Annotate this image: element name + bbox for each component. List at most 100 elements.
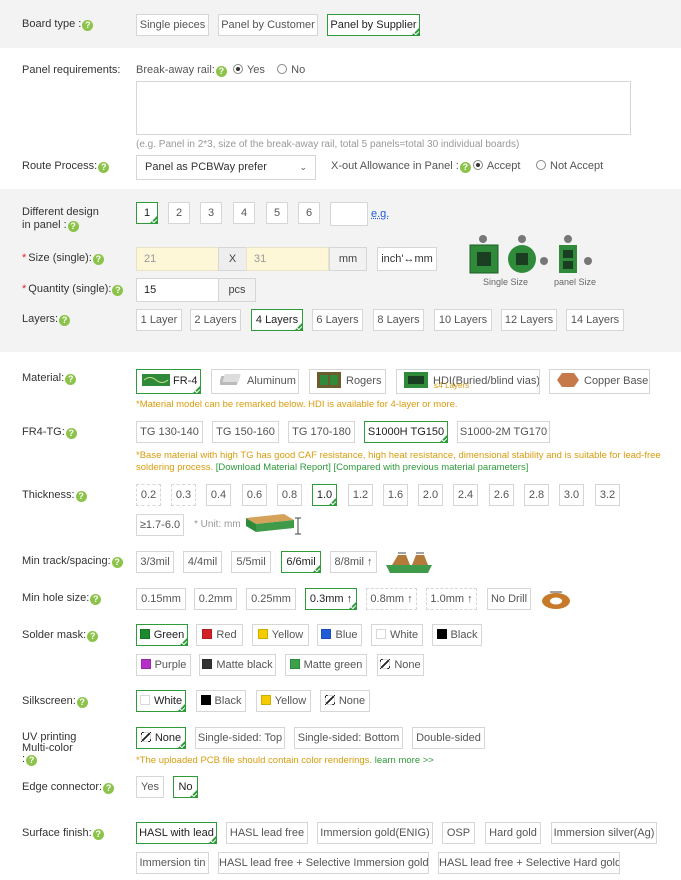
solder-black[interactable]: Black <box>432 624 482 646</box>
help-icon[interactable]: ? <box>92 254 104 265</box>
solder-yellow[interactable]: Yellow <box>252 624 309 646</box>
unit-toggle-button[interactable]: inch'↔mm <box>377 247 437 271</box>
surface-immersion-silver[interactable]: Immersion silver(Ag) <box>551 822 657 844</box>
eg-link[interactable]: e.g. <box>371 208 389 220</box>
thickness-0-8[interactable]: 0.8 <box>277 484 302 506</box>
uv-single-bottom[interactable]: Single-sided: Bottom <box>294 727 403 749</box>
hole-no-drill[interactable]: No Drill <box>487 588 531 610</box>
help-icon[interactable]: ? <box>75 491 87 502</box>
thickness-1-6[interactable]: 1.6 <box>383 484 408 506</box>
layers-1[interactable]: 1 Layer <box>136 309 182 331</box>
surface-hasl-lead[interactable]: HASL with lead <box>136 822 217 844</box>
thickness-2-6[interactable]: 2.6 <box>489 484 514 506</box>
board-type-single[interactable]: Single pieces <box>136 14 209 36</box>
silk-black[interactable]: Black <box>196 690 246 712</box>
edge-yes[interactable]: Yes <box>136 776 164 798</box>
material-fr4[interactable]: FR-4 <box>136 369 201 394</box>
layers-12[interactable]: 12 Layers <box>501 309 557 331</box>
help-icon[interactable]: ? <box>459 162 471 173</box>
surface-hasl-lead-free[interactable]: HASL lead free <box>226 822 308 844</box>
learn-more-link[interactable]: learn more >> <box>375 755 434 766</box>
uv-none[interactable]: None <box>136 727 186 749</box>
material-copper-base[interactable]: Copper Base <box>549 369 650 394</box>
solder-matte-green[interactable]: Matte green <box>285 654 367 676</box>
design-option-1[interactable]: 1 <box>136 202 158 224</box>
track-4-4[interactable]: 4/4mil <box>183 551 222 573</box>
hole-0-15[interactable]: 0.15mm <box>136 588 186 610</box>
material-aluminum[interactable]: Aluminum <box>211 369 299 394</box>
thickness-2-8[interactable]: 2.8 <box>524 484 549 506</box>
silk-yellow[interactable]: Yellow <box>256 690 311 712</box>
help-icon[interactable]: ? <box>87 631 99 642</box>
solder-green[interactable]: Green <box>136 624 188 646</box>
solder-none[interactable]: None <box>377 654 424 676</box>
hole-0-2[interactable]: 0.2mm <box>194 588 237 610</box>
track-5-5[interactable]: 5/5mil <box>231 551 271 573</box>
layers-2[interactable]: 2 Layers <box>190 309 241 331</box>
surface-hasl-selective-hard-gold[interactable]: HASL lead free + Selective Hard gold <box>438 852 620 874</box>
solder-matte-black[interactable]: Matte black <box>199 654 276 676</box>
surface-hasl-selective-gold[interactable]: HASL lead free + Selective Immersion gol… <box>218 852 429 874</box>
thickness-custom[interactable]: ≥1.7-6.0 <box>136 514 184 536</box>
track-3-3[interactable]: 3/3mil <box>136 551 174 573</box>
solder-purple[interactable]: Purple <box>136 654 191 676</box>
silk-none[interactable]: None <box>320 690 370 712</box>
help-icon[interactable]: ? <box>26 755 38 766</box>
thickness-3-0[interactable]: 3.0 <box>559 484 584 506</box>
help-icon[interactable]: ? <box>111 557 123 568</box>
tg-130-140[interactable]: TG 130-140 <box>136 421 203 443</box>
thickness-2-0[interactable]: 2.0 <box>418 484 443 506</box>
help-icon[interactable]: ? <box>112 285 124 296</box>
panel-requirements-textarea[interactable] <box>136 81 631 135</box>
hole-0-3[interactable]: 0.3mm ↑ <box>305 588 357 610</box>
thickness-0-3[interactable]: 0.3 <box>171 484 196 506</box>
help-icon[interactable]: ? <box>59 315 71 326</box>
thickness-1-0[interactable]: 1.0 <box>312 484 337 506</box>
rail-yes-radio[interactable] <box>232 64 243 74</box>
design-option-6[interactable]: 6 <box>298 202 320 224</box>
solder-white[interactable]: White <box>371 624 423 646</box>
thickness-0-6[interactable]: 0.6 <box>242 484 267 506</box>
material-rogers[interactable]: Rogers <box>309 369 386 394</box>
track-6-6[interactable]: 6/6mil <box>281 551 321 573</box>
help-icon[interactable]: ? <box>82 20 94 31</box>
help-icon[interactable]: ? <box>65 428 77 439</box>
design-option-3[interactable]: 3 <box>200 202 222 224</box>
help-icon[interactable]: ? <box>98 162 110 173</box>
layers-6[interactable]: 6 Layers <box>312 309 363 331</box>
tg-170-180[interactable]: TG 170-180 <box>288 421 355 443</box>
design-option-5[interactable]: 5 <box>266 202 288 224</box>
surface-hard-gold[interactable]: Hard gold <box>485 822 541 844</box>
help-icon[interactable]: ? <box>90 594 102 605</box>
design-option-2[interactable]: 2 <box>168 202 190 224</box>
help-icon[interactable]: ? <box>215 66 227 77</box>
material-hdi[interactable]: HDI(Buried/blind vias) ≤4 Layers <box>396 369 540 394</box>
hole-1-0[interactable]: 1.0mm ↑ <box>426 588 477 610</box>
help-icon[interactable]: ? <box>65 374 77 385</box>
solder-blue[interactable]: Blue <box>317 624 362 646</box>
help-icon[interactable]: ? <box>92 829 104 840</box>
thickness-0-4[interactable]: 0.4 <box>206 484 231 506</box>
layers-14[interactable]: 14 Layers <box>566 309 624 331</box>
hole-0-8[interactable]: 0.8mm ↑ <box>366 588 417 610</box>
download-material-report-link[interactable]: [Download Material Report] <box>216 462 331 473</box>
layers-10[interactable]: 10 Layers <box>434 309 492 331</box>
thickness-3-2[interactable]: 3.2 <box>595 484 620 506</box>
design-option-4[interactable]: 4 <box>233 202 255 224</box>
board-type-panel-supplier[interactable]: Panel by Supplier <box>327 14 420 36</box>
surface-osp[interactable]: OSP <box>442 822 475 844</box>
tg-s1000-2m[interactable]: S1000-2M TG170 <box>457 421 550 443</box>
board-type-panel-customer[interactable]: Panel by Customer <box>218 14 318 36</box>
size-height-input[interactable]: 31 <box>246 247 329 271</box>
edge-no[interactable]: No <box>173 776 198 798</box>
quantity-input[interactable]: 15 <box>136 278 219 302</box>
surface-immersion-tin[interactable]: Immersion tin <box>136 852 209 874</box>
uv-single-top[interactable]: Single-sided: Top <box>195 727 285 749</box>
track-8-8[interactable]: 8/8mil ↑ <box>330 551 377 573</box>
thickness-1-2[interactable]: 1.2 <box>348 484 373 506</box>
route-process-select[interactable]: Panel as PCBWay prefer ⌄ <box>136 155 316 180</box>
rail-no-radio[interactable] <box>277 64 288 74</box>
hole-0-25[interactable]: 0.25mm <box>246 588 296 610</box>
help-icon[interactable]: ? <box>103 783 115 794</box>
accept-radio[interactable] <box>472 160 483 170</box>
